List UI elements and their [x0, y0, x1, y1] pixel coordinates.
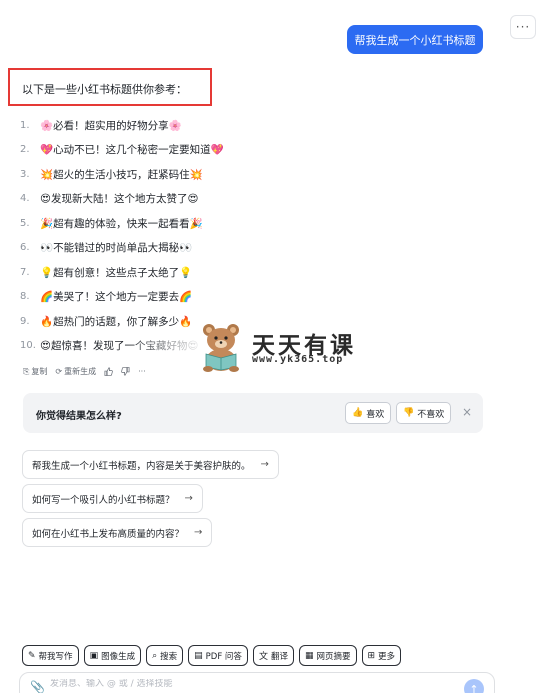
attachment-icon[interactable]: 📎 [30, 680, 45, 693]
list-number: 6. [20, 242, 30, 254]
tool-label: 搜索 [160, 651, 178, 662]
list-item: 7. 💡超有创意！这些点子太绝了💡 [20, 260, 340, 285]
list-text: 🌸必看！超实用的好物分享🌸 [40, 119, 182, 132]
grid-icon: ⊞ [367, 650, 376, 661]
thumbs-down-icon [121, 367, 130, 376]
list-item: 4. 😍发现新大陆！这个地方太赞了😍 [20, 187, 340, 212]
pdf-qa-button[interactable]: ▤ PDF 问答 [188, 645, 248, 666]
list-item: 3. 💥超火的生活小技巧，赶紧码住💥 [20, 162, 340, 187]
thumbs-up-icon [104, 367, 113, 376]
list-number: 1. [20, 119, 30, 131]
list-text: 😍超惊喜！发现了一个宝藏好物😍 [40, 340, 199, 353]
tool-label: 翻译 [270, 651, 288, 662]
user-message-bubble: 帮我生成一个小红书标题 [347, 25, 483, 54]
tool-label: PDF 问答 [205, 651, 242, 662]
copy-button[interactable]: ⎘ 复制 [23, 366, 47, 377]
close-icon[interactable]: × [462, 405, 472, 419]
translate-button[interactable]: 文翻译 [252, 645, 294, 666]
list-text: 👀不能错过的时尚单品大揭秘👀 [40, 242, 193, 255]
webpage-icon: ▦ [304, 650, 314, 661]
arrow-right-icon: → [184, 493, 193, 504]
tool-label: 网页摘要 [316, 651, 351, 662]
thumbs-down-button[interactable] [121, 367, 130, 376]
bear-reading-icon [203, 324, 239, 372]
list-text: 🌈美哭了！这个地方一定要去🌈 [40, 291, 193, 304]
arrow-up-icon: ↑ [469, 682, 479, 693]
list-item: 6. 👀不能错过的时尚单品大揭秘👀 [20, 236, 340, 261]
write-button[interactable]: ✎ 帮我写作 [22, 645, 79, 666]
search-icon: ⌕ [152, 650, 158, 661]
regenerate-button[interactable]: ⟳ 重新生成 [55, 366, 96, 377]
list-text: 💡超有创意！这些点子太绝了💡 [40, 266, 193, 279]
web-summary-button[interactable]: ▦ 网页摘要 [298, 645, 357, 666]
dislike-button[interactable]: 👎 不喜欢 [396, 402, 452, 424]
send-button[interactable]: ↑ [464, 679, 484, 693]
list-number: 2. [20, 144, 30, 156]
message-composer: 📎 ↑ [19, 672, 495, 693]
thumbs-down-icon: 👎 [403, 408, 415, 418]
list-number: 3. [20, 168, 30, 180]
dislike-label: 不喜欢 [417, 409, 445, 420]
thumbs-up-icon: 👍 [352, 408, 364, 418]
search-button[interactable]: ⌕ 搜索 [146, 645, 184, 666]
list-item: 8. 🌈美哭了！这个地方一定要去🌈 [20, 285, 340, 310]
suggestion-chip[interactable]: 如何写一个吸引人的小红书标题？ → [22, 484, 203, 513]
like-label: 喜欢 [366, 409, 385, 420]
list-item: 2. 💖心动不已！这几个秘密一定要知道💖 [20, 138, 340, 163]
skill-toolbar: ✎ 帮我写作 ▣ 图像生成 ⌕ 搜索 ▤ PDF 问答 文翻译 ▦ 网页摘要 ⊞ 更多 [22, 645, 402, 666]
image-icon: ▣ [89, 650, 99, 661]
list-text: 🔥超热门的话题，你了解多少🔥 [40, 315, 193, 328]
list-text: 💖心动不已！这几个秘密一定要知道💖 [40, 144, 224, 157]
like-button[interactable]: 👍 喜欢 [345, 402, 392, 424]
suggestion-text: 帮我生成一个小红书标题，内容是关于美容护肤的。 [32, 460, 251, 472]
watermark: 天天有课 www.yk365.top [190, 320, 370, 375]
pen-icon: ✎ [28, 650, 36, 661]
suggestion-chip[interactable]: 如何在小红书上发布高质量的内容？ → [22, 518, 213, 547]
message-input[interactable] [50, 679, 450, 689]
more-skills-button[interactable]: ⊞ 更多 [361, 645, 402, 666]
suggestion-text: 如何写一个吸引人的小红书标题？ [32, 494, 175, 506]
list-item: 1. 🌸必看！超实用的好物分享🌸 [20, 113, 340, 138]
refresh-icon: ⟳ [55, 367, 63, 376]
list-text: 💥超火的生活小技巧，赶紧码住💥 [40, 168, 203, 181]
list-text: 🎉超有趣的体验，快来一起看看🎉 [40, 217, 203, 230]
list-number: 5. [20, 217, 30, 229]
thumbs-up-button[interactable] [104, 367, 113, 376]
tool-label: 帮我写作 [38, 651, 73, 662]
list-text: 😍发现新大陆！这个地方太赞了😍 [40, 193, 199, 206]
list-number: 8. [20, 291, 30, 303]
list-number: 7. [20, 266, 30, 278]
image-gen-button[interactable]: ▣ 图像生成 [83, 645, 142, 666]
feedback-question: 你觉得结果怎么样? [36, 411, 122, 422]
tool-label: 图像生成 [101, 651, 136, 662]
more-actions-button[interactable]: ··· [138, 367, 146, 376]
copy-icon: ⎘ [23, 366, 30, 376]
list-number: 4. [20, 193, 30, 205]
suggestion-chip[interactable]: 帮我生成一个小红书标题，内容是关于美容护肤的。 → [22, 450, 279, 479]
regenerate-label: 重新生成 [64, 367, 97, 376]
list-item: 5. 🎉超有趣的体验，快来一起看看🎉 [20, 211, 340, 236]
watermark-url: www.yk365.top [252, 354, 344, 365]
arrow-right-icon: → [260, 459, 269, 470]
feedback-panel: 你觉得结果怎么样? 👍 喜欢 👎 不喜欢 × [23, 393, 483, 433]
translate-icon: 文 [258, 652, 268, 662]
copy-label: 复制 [31, 367, 48, 376]
list-number: 10. [20, 340, 36, 352]
message-actions: ⎘ 复制 ⟳ 重新生成 ··· [23, 366, 146, 377]
reply-intro-text: 以下是一些小红书标题供你参考： [22, 83, 187, 96]
suggestion-text: 如何在小红书上发布高质量的内容？ [32, 528, 185, 540]
arrow-right-icon: → [194, 527, 203, 538]
list-number: 9. [20, 315, 30, 327]
document-icon: ▤ [194, 650, 203, 661]
tool-label: 更多 [378, 651, 396, 662]
more-options-button[interactable]: ··· [510, 15, 536, 39]
